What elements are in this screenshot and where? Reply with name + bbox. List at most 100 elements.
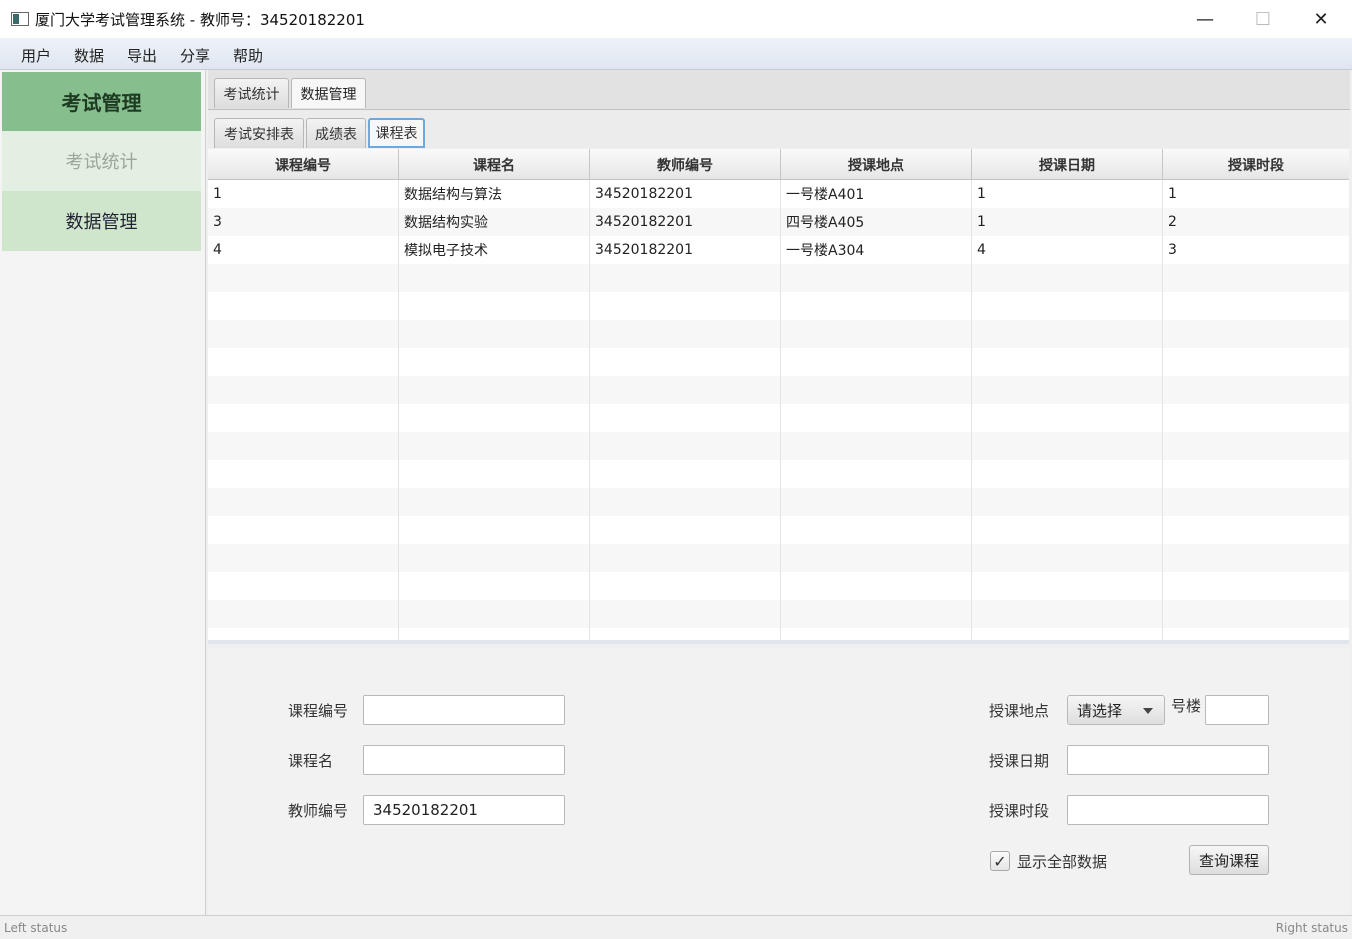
location-cell (781, 572, 972, 600)
teacher-id-cell (590, 544, 781, 572)
tab-scores[interactable]: 成绩表 (306, 118, 366, 148)
date-cell (972, 460, 1163, 488)
table-row[interactable] (208, 432, 1349, 460)
column-header-course-name[interactable]: 课程名 (399, 149, 590, 180)
course-name-cell (399, 572, 590, 600)
column-header-date[interactable]: 授课日期 (972, 149, 1163, 180)
course-id-cell (208, 292, 399, 320)
teacher-id-cell (590, 320, 781, 348)
course-id-cell (208, 404, 399, 432)
table-row[interactable]: 4 模拟电子技术 34520182201 一号楼A304 4 3 (208, 236, 1349, 264)
course-name-cell (399, 376, 590, 404)
table-row[interactable] (208, 628, 1349, 640)
table-row[interactable] (208, 600, 1349, 628)
period-cell (1163, 320, 1349, 348)
nav-item-exam-stats[interactable]: 考试统计 (2, 131, 201, 191)
tab-courses[interactable]: 课程表 (368, 118, 425, 148)
course-name-cell (399, 628, 590, 640)
course-id-label: 课程编号 (288, 702, 349, 720)
tab-exam-schedule[interactable]: 考试安排表 (214, 118, 304, 148)
teacher-id-input[interactable] (363, 795, 565, 825)
location-cell (781, 376, 972, 404)
menu-help[interactable]: 帮助 (233, 45, 263, 66)
course-id-input[interactable] (363, 695, 565, 725)
date-label: 授课日期 (989, 752, 1050, 770)
table-row[interactable] (208, 292, 1349, 320)
teacher-id-cell: 34520182201 (590, 180, 781, 208)
left-nav: 考试管理 考试统计 数据管理 (0, 70, 206, 915)
course-name-input[interactable] (363, 745, 565, 775)
title-bar: 厦门大学考试管理系统 - 教师号：34520182201 — ☐ ✕ (0, 0, 1352, 38)
column-header-course-id[interactable]: 课程编号 (208, 149, 399, 180)
period-cell (1163, 544, 1349, 572)
table-row[interactable] (208, 376, 1349, 404)
table-row[interactable] (208, 572, 1349, 600)
tab-exam-stats[interactable]: 考试统计 (214, 78, 289, 108)
period-input[interactable] (1067, 795, 1269, 825)
date-cell (972, 348, 1163, 376)
show-all-checkbox[interactable]: ✓ (990, 851, 1010, 871)
maximize-button[interactable]: ☐ (1234, 0, 1292, 38)
check-icon: ✓ (993, 851, 1007, 871)
table-row[interactable]: 1 数据结构与算法 34520182201 一号楼A401 1 1 (208, 180, 1349, 208)
course-name-cell (399, 432, 590, 460)
teacher-id-cell (590, 292, 781, 320)
course-id-cell (208, 460, 399, 488)
column-header-teacher-id[interactable]: 教师编号 (590, 149, 781, 180)
column-header-period[interactable]: 授课时段 (1163, 149, 1349, 180)
menu-share[interactable]: 分享 (180, 45, 210, 66)
outer-tab-bar: 考试统计 数据管理 (208, 70, 1350, 110)
location-select-value: 请选择 (1077, 701, 1123, 720)
table-row[interactable]: 3 数据结构实验 34520182201 四号楼A405 1 2 (208, 208, 1349, 236)
teacher-id-cell (590, 572, 781, 600)
table-header: 课程编号 课程名 教师编号 授课地点 授课日期 授课时段 (208, 149, 1349, 180)
query-course-button[interactable]: 查询课程 (1189, 845, 1269, 875)
date-cell (972, 320, 1163, 348)
course-name-cell (399, 600, 590, 628)
location-cell (781, 488, 972, 516)
minimize-button[interactable]: — (1176, 0, 1234, 38)
menu-export[interactable]: 导出 (127, 45, 157, 66)
table-row[interactable] (208, 320, 1349, 348)
location-select[interactable]: 请选择 (1067, 695, 1165, 725)
column-header-location[interactable]: 授课地点 (781, 149, 972, 180)
course-id-cell (208, 376, 399, 404)
table-row[interactable] (208, 348, 1349, 376)
date-cell (972, 544, 1163, 572)
course-id-cell (208, 628, 399, 640)
course-name-cell: 数据结构与算法 (399, 180, 590, 208)
nav-item-data-management[interactable]: 数据管理 (2, 191, 201, 251)
location-cell (781, 600, 972, 628)
table-row[interactable] (208, 404, 1349, 432)
location-cell (781, 544, 972, 572)
tab-data-management[interactable]: 数据管理 (291, 78, 366, 108)
menu-user[interactable]: 用户 (21, 45, 51, 66)
course-name-cell (399, 488, 590, 516)
show-all-label: 显示全部数据 (1017, 853, 1108, 871)
location-cell (781, 404, 972, 432)
date-cell (972, 516, 1163, 544)
menu-data[interactable]: 数据 (74, 45, 104, 66)
date-cell (972, 376, 1163, 404)
course-id-cell (208, 488, 399, 516)
close-button[interactable]: ✕ (1292, 0, 1350, 38)
building-input[interactable] (1205, 695, 1269, 725)
table-row[interactable] (208, 460, 1349, 488)
teacher-id-cell (590, 460, 781, 488)
table-row[interactable] (208, 516, 1349, 544)
table-row[interactable] (208, 488, 1349, 516)
location-cell (781, 320, 972, 348)
date-input[interactable] (1067, 745, 1269, 775)
period-cell: 2 (1168, 214, 1177, 230)
period-cell (1163, 488, 1349, 516)
location-cell (781, 348, 972, 376)
location-cell (781, 460, 972, 488)
course-table: 课程编号 课程名 教师编号 授课地点 授课日期 授课时段 1 数据结构与算法 345… (208, 149, 1349, 644)
table-row[interactable] (208, 264, 1349, 292)
teacher-id-cell: 34520182201 (590, 208, 781, 236)
course-id-cell (208, 348, 399, 376)
course-name-cell (399, 544, 590, 572)
table-row[interactable] (208, 544, 1349, 572)
date-cell (972, 432, 1163, 460)
teacher-id-cell: 34520182201 (590, 236, 781, 264)
